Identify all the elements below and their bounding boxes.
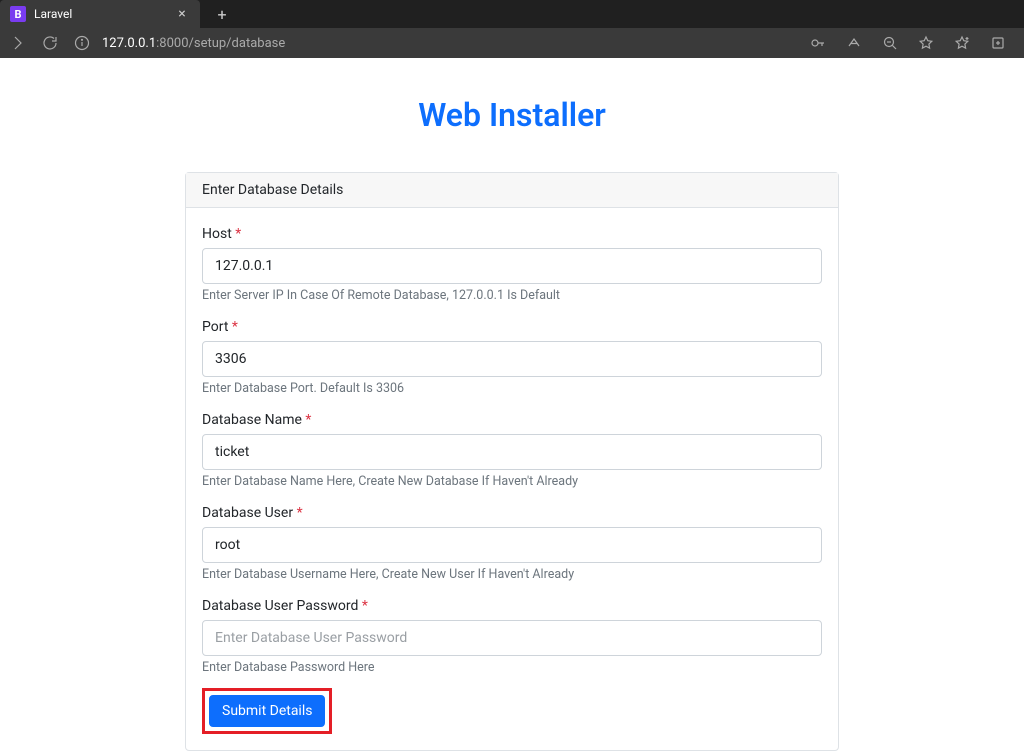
dbuser-input[interactable] <box>202 527 822 563</box>
browser-tab[interactable]: B Laravel × <box>0 0 200 28</box>
page-content: Web Installer Enter Database Details Hos… <box>0 58 1024 751</box>
favorites-bar-icon[interactable] <box>952 35 972 51</box>
port-helper: Enter Database Port. Default Is 3306 <box>202 381 822 396</box>
dbpass-helper: Enter Database Password Here <box>202 660 822 675</box>
address-bar: 127.0.0.1:8000/setup/database <box>0 28 1024 58</box>
dbpass-input[interactable] <box>202 620 822 656</box>
dbuser-group: Database User * Enter Database Username … <box>202 502 822 582</box>
host-input[interactable] <box>202 248 822 284</box>
port-label: Port * <box>202 319 238 335</box>
card-header: Enter Database Details <box>186 173 838 208</box>
favorite-icon[interactable] <box>916 35 936 51</box>
info-icon[interactable] <box>72 35 92 51</box>
tab-title: Laravel <box>34 7 166 21</box>
refresh-icon[interactable] <box>40 35 60 51</box>
collections-icon[interactable] <box>988 35 1008 51</box>
dbuser-label: Database User * <box>202 505 303 521</box>
new-tab-button[interactable]: + <box>208 5 236 24</box>
browser-chrome: B Laravel × + 127.0.0.1:8000/setup/datab… <box>0 0 1024 58</box>
toolbar-right <box>808 35 1016 51</box>
url-text: 127.0.0.1:8000/setup/database <box>102 36 285 51</box>
dbname-helper: Enter Database Name Here, Create New Dat… <box>202 474 822 489</box>
dbuser-helper: Enter Database Username Here, Create New… <box>202 567 822 582</box>
tab-bar: B Laravel × + <box>0 0 1024 28</box>
port-group: Port * Enter Database Port. Default Is 3… <box>202 316 822 396</box>
dbpass-group: Database User Password * Enter Database … <box>202 595 822 675</box>
key-icon[interactable] <box>808 35 828 51</box>
submit-button[interactable]: Submit Details <box>209 695 325 727</box>
zoom-icon[interactable] <box>880 35 900 51</box>
forward-icon[interactable] <box>8 35 28 51</box>
read-aloud-icon[interactable] <box>844 35 864 51</box>
host-helper: Enter Server IP In Case Of Remote Databa… <box>202 288 822 303</box>
host-label: Host * <box>202 226 241 242</box>
favicon-icon: B <box>10 6 26 22</box>
url-bar[interactable]: 127.0.0.1:8000/setup/database <box>72 35 796 51</box>
close-icon[interactable]: × <box>174 6 190 22</box>
dbname-input[interactable] <box>202 434 822 470</box>
page-title: Web Installer <box>418 96 606 134</box>
dbname-label: Database Name * <box>202 412 311 428</box>
dbname-group: Database Name * Enter Database Name Here… <box>202 409 822 489</box>
host-group: Host * Enter Server IP In Case Of Remote… <box>202 223 822 303</box>
dbpass-label: Database User Password * <box>202 598 368 614</box>
submit-highlight: Submit Details <box>202 688 332 734</box>
port-input[interactable] <box>202 341 822 377</box>
database-details-card: Enter Database Details Host * Enter Serv… <box>185 172 839 751</box>
